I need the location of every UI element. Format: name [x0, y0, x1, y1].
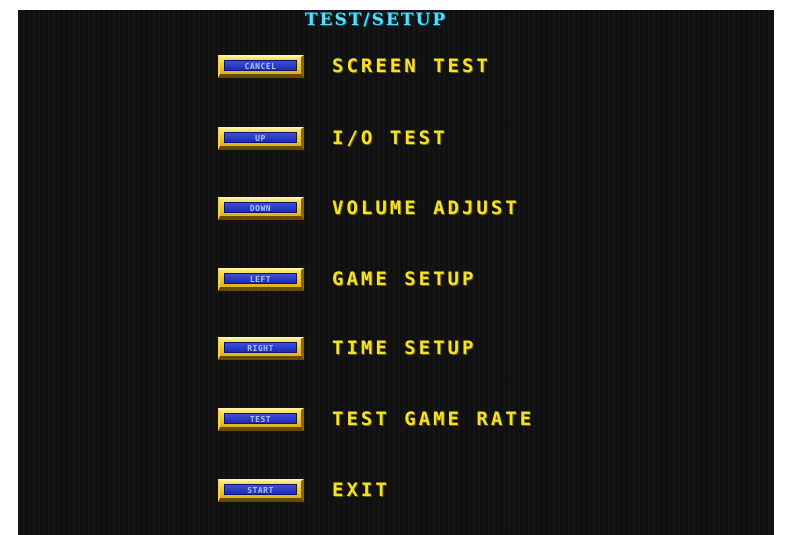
menu-item-test-game-rate[interactable]: TEST TEST GAME RATE: [218, 405, 534, 433]
screen-title: TEST/SETUP: [304, 10, 448, 30]
up-button[interactable]: UP: [218, 126, 304, 150]
test-button-label: TEST: [224, 412, 297, 424]
start-button-label: START: [224, 483, 297, 495]
menu-item-label: TEST GAME RATE: [332, 408, 535, 430]
menu-item-volume-adjust[interactable]: DOWN VOLUME ADJUST: [218, 194, 520, 222]
menu-item-time-setup[interactable]: RIGHT TIME SETUP: [218, 334, 476, 362]
menu-item-label: EXIT: [332, 479, 390, 501]
menu-item-exit[interactable]: START EXIT: [218, 476, 390, 504]
right-button[interactable]: RIGHT: [218, 336, 304, 360]
cancel-button-label: CANCEL: [224, 59, 297, 71]
down-button[interactable]: DOWN: [218, 196, 304, 220]
up-button-label: UP: [224, 131, 297, 143]
right-button-label: RIGHT: [224, 341, 297, 353]
left-button[interactable]: LEFT: [218, 267, 304, 291]
cancel-button[interactable]: CANCEL: [218, 54, 304, 78]
menu-item-label: I/O TEST: [332, 127, 448, 149]
menu-item-game-setup[interactable]: LEFT GAME SETUP: [218, 265, 476, 293]
left-button-label: LEFT: [224, 272, 297, 284]
menu-item-label: SCREEN TEST: [332, 55, 491, 77]
menu-item-label: GAME SETUP: [332, 268, 477, 290]
start-button[interactable]: START: [218, 478, 304, 502]
down-button-label: DOWN: [224, 201, 297, 213]
test-button[interactable]: TEST: [218, 407, 304, 431]
menu-item-screen-test[interactable]: CANCEL SCREEN TEST: [218, 52, 491, 80]
menu-item-label: VOLUME ADJUST: [332, 197, 520, 219]
test-setup-screen: TEST/SETUP CANCEL SCREEN TEST UP I/O TES…: [18, 10, 774, 535]
menu-item-label: TIME SETUP: [332, 337, 477, 359]
menu-item-io-test[interactable]: UP I/O TEST: [218, 124, 448, 152]
